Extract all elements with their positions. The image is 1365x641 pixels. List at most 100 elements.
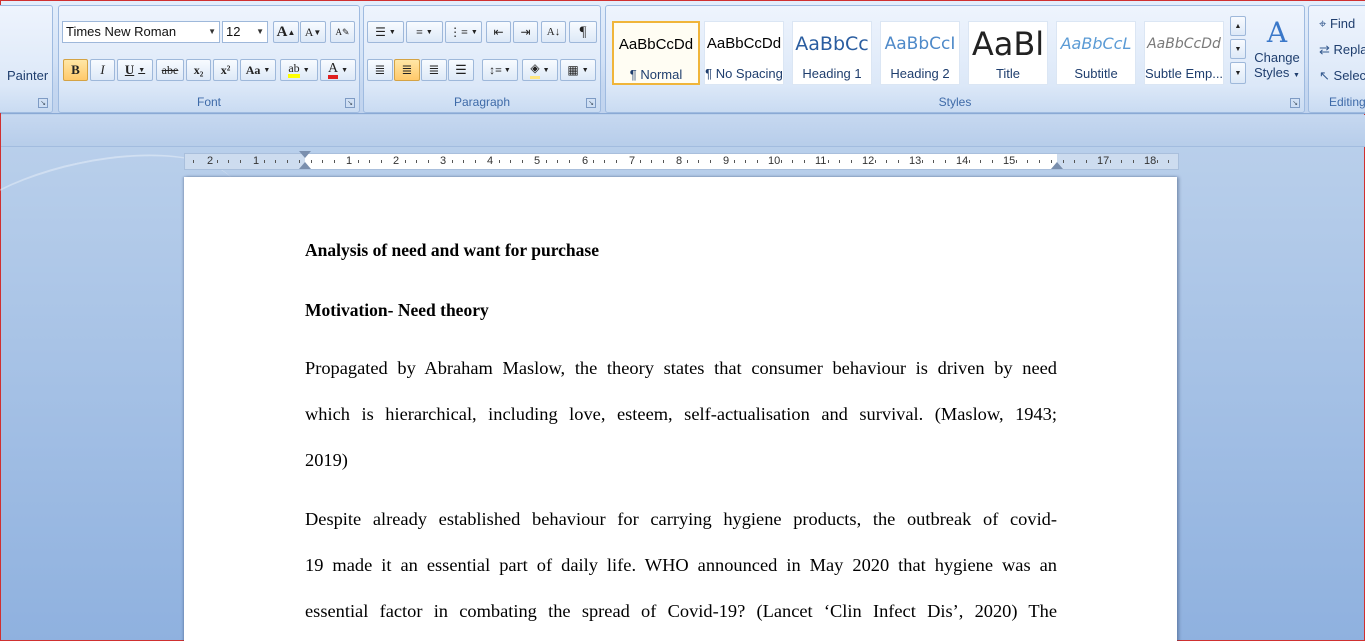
justify-button[interactable]: ☰ [448, 59, 474, 81]
ruler-tick [804, 160, 805, 163]
font-launcher-icon[interactable]: ↘ [345, 98, 355, 108]
grow-font-button[interactable]: A ▲ [273, 21, 299, 43]
increase-indent-button[interactable]: ⇥ [513, 21, 538, 43]
gallery-down-button[interactable]: ▼ [1230, 39, 1246, 59]
clear-formatting-button[interactable]: A✎ [330, 21, 355, 43]
format-painter-button[interactable]: Painter [7, 68, 48, 83]
horizontal-ruler[interactable]: 2 1 1 2 3 4 5 6 7 8 9 10 11 12 13 14 15 17 18 [184, 151, 1179, 170]
right-indent-marker[interactable] [1051, 162, 1063, 169]
ruler-tick [686, 160, 688, 163]
ruler-tick [933, 160, 935, 163]
multilevel-list-button[interactable]: ⋮≡ ▼ [445, 21, 482, 43]
numbering-button[interactable]: ≡ ▼ [406, 21, 443, 43]
sort-button[interactable]: A↓ [541, 21, 566, 43]
paragraph-line[interactable]: essential factor in combating the spread… [305, 601, 1057, 622]
highlighter-icon: ab [288, 62, 300, 78]
ruler-tick [404, 160, 406, 163]
styles-launcher-icon[interactable]: ↘ [1290, 98, 1300, 108]
ruler-number: 12 [862, 155, 875, 167]
align-center-button[interactable]: ≣ [394, 59, 420, 81]
style-normal[interactable]: AaBbCcDd ¶ Normal [612, 21, 700, 85]
change-case-icon: Aa [245, 62, 261, 77]
ruler-tick [216, 160, 218, 163]
ruler-tick [416, 160, 418, 163]
document-subheading[interactable]: Motivation- Need theory [305, 300, 1057, 321]
strikethrough-button[interactable]: abe [156, 59, 184, 81]
shrink-font-button[interactable]: A ▼ [300, 21, 326, 43]
shading-button[interactable]: ◈ ▼ [522, 59, 558, 81]
binoculars-icon: ⌖ [1319, 16, 1327, 31]
style-title[interactable]: AaBl Title [968, 21, 1048, 85]
ruler-tick [792, 160, 794, 163]
style-name: Subtitle [1074, 66, 1118, 81]
replace-button[interactable]: ⇄ Repla [1319, 42, 1365, 58]
select-button[interactable]: ↖ Selec [1319, 68, 1365, 84]
paragraph-line[interactable]: Propagated by Abraham Maslow, the theory… [305, 358, 1057, 379]
bold-button[interactable]: B [63, 59, 88, 81]
ruler-tick [522, 160, 523, 163]
ruler-tick [898, 160, 899, 163]
gallery-more-button[interactable]: ▼ [1230, 62, 1246, 84]
style-name: Subtle Emp... [1145, 66, 1223, 81]
ruler-tick [557, 160, 559, 163]
font-name-dropdown[interactable]: Times New Roman ▼ [62, 21, 220, 43]
italic-icon: I [100, 62, 105, 77]
style-name: Heading 1 [802, 66, 862, 81]
style-heading-2[interactable]: AaBbCcI Heading 2 [880, 21, 960, 85]
align-left-icon: ≣ [374, 62, 386, 77]
cursor-arrow-icon: ↖ [1319, 68, 1330, 83]
gallery-up-button[interactable]: ▲ [1230, 16, 1246, 36]
ruler-tick [1156, 160, 1158, 163]
paragraph-line[interactable]: Despite already established behaviour fo… [305, 509, 1057, 530]
superscript-button[interactable]: x² [213, 59, 238, 81]
font-name-value: Times New Roman [66, 24, 177, 39]
paragraph-line[interactable]: which is hierarchical, including love, e… [305, 404, 1057, 425]
show-formatting-button[interactable]: ¶ [569, 21, 597, 43]
ruler-number: 10 [768, 155, 781, 167]
underline-button[interactable]: U ▼ [117, 59, 153, 81]
paragraph-line[interactable]: 19 made it an essential part of daily li… [305, 555, 1057, 576]
document-page[interactable]: Analysis of need and want for purchase M… [184, 177, 1177, 641]
find-button[interactable]: ⌖ Find [1319, 16, 1355, 32]
clipboard-launcher-icon[interactable]: ↘ [38, 98, 48, 108]
ruler-tick [1168, 160, 1170, 163]
ruler-tick [945, 160, 946, 163]
ruler-tick [463, 160, 465, 163]
font-size-dropdown[interactable]: 12 ▼ [222, 21, 268, 43]
ruler-number: 9 [723, 155, 730, 167]
ruler-tick [1015, 160, 1017, 163]
line-spacing-button[interactable]: ↕≡ ▼ [482, 59, 518, 81]
style-subtitle[interactable]: AaBbCcL Subtitle [1056, 21, 1136, 85]
align-right-button[interactable]: ≣ [421, 59, 447, 81]
first-line-indent-marker[interactable] [299, 151, 311, 158]
paragraph-launcher-icon[interactable]: ↘ [586, 98, 596, 108]
style-name: ¶ No Spacing [705, 66, 783, 81]
bullets-button[interactable]: ☰ ▼ [367, 21, 404, 43]
ruler-number: 18 [1144, 155, 1157, 167]
style-no-spacing[interactable]: AaBbCcDd ¶ No Spacing [704, 21, 784, 85]
align-left-button[interactable]: ≣ [367, 59, 393, 81]
ruler-tick [228, 160, 230, 163]
shrink-font-icon: A [304, 24, 314, 39]
highlight-color-button[interactable]: ab ▼ [280, 59, 318, 81]
ruler-tick [1121, 160, 1123, 163]
style-subtle-emphasis[interactable]: AaBbCcDd Subtle Emp... [1144, 21, 1224, 85]
font-color-button[interactable]: A ▼ [320, 59, 356, 81]
style-name: Heading 2 [890, 66, 950, 81]
borders-button[interactable]: ▦ ▼ [560, 59, 596, 81]
select-label: Selec [1333, 68, 1365, 83]
hanging-indent-marker[interactable] [299, 162, 311, 169]
ruler-tick [263, 160, 265, 163]
change-case-button[interactable]: Aa ▼ [240, 59, 276, 81]
style-heading-1[interactable]: AaBbCc Heading 1 [792, 21, 872, 85]
italic-button[interactable]: I [90, 59, 115, 81]
document-title[interactable]: Analysis of need and want for purchase [305, 240, 1057, 261]
paragraph-line[interactable]: 2019) [305, 450, 1057, 471]
ruler-tick [569, 160, 570, 163]
change-styles-button[interactable]: A Change Styles ▼ [1252, 16, 1302, 94]
ruler-tick [968, 160, 970, 163]
decrease-indent-button[interactable]: ⇤ [486, 21, 511, 43]
numbered-list-icon: ≡ [416, 24, 423, 39]
subscript-button[interactable]: x₂ [186, 59, 211, 81]
style-sample: AaBbCcL [1060, 34, 1132, 53]
